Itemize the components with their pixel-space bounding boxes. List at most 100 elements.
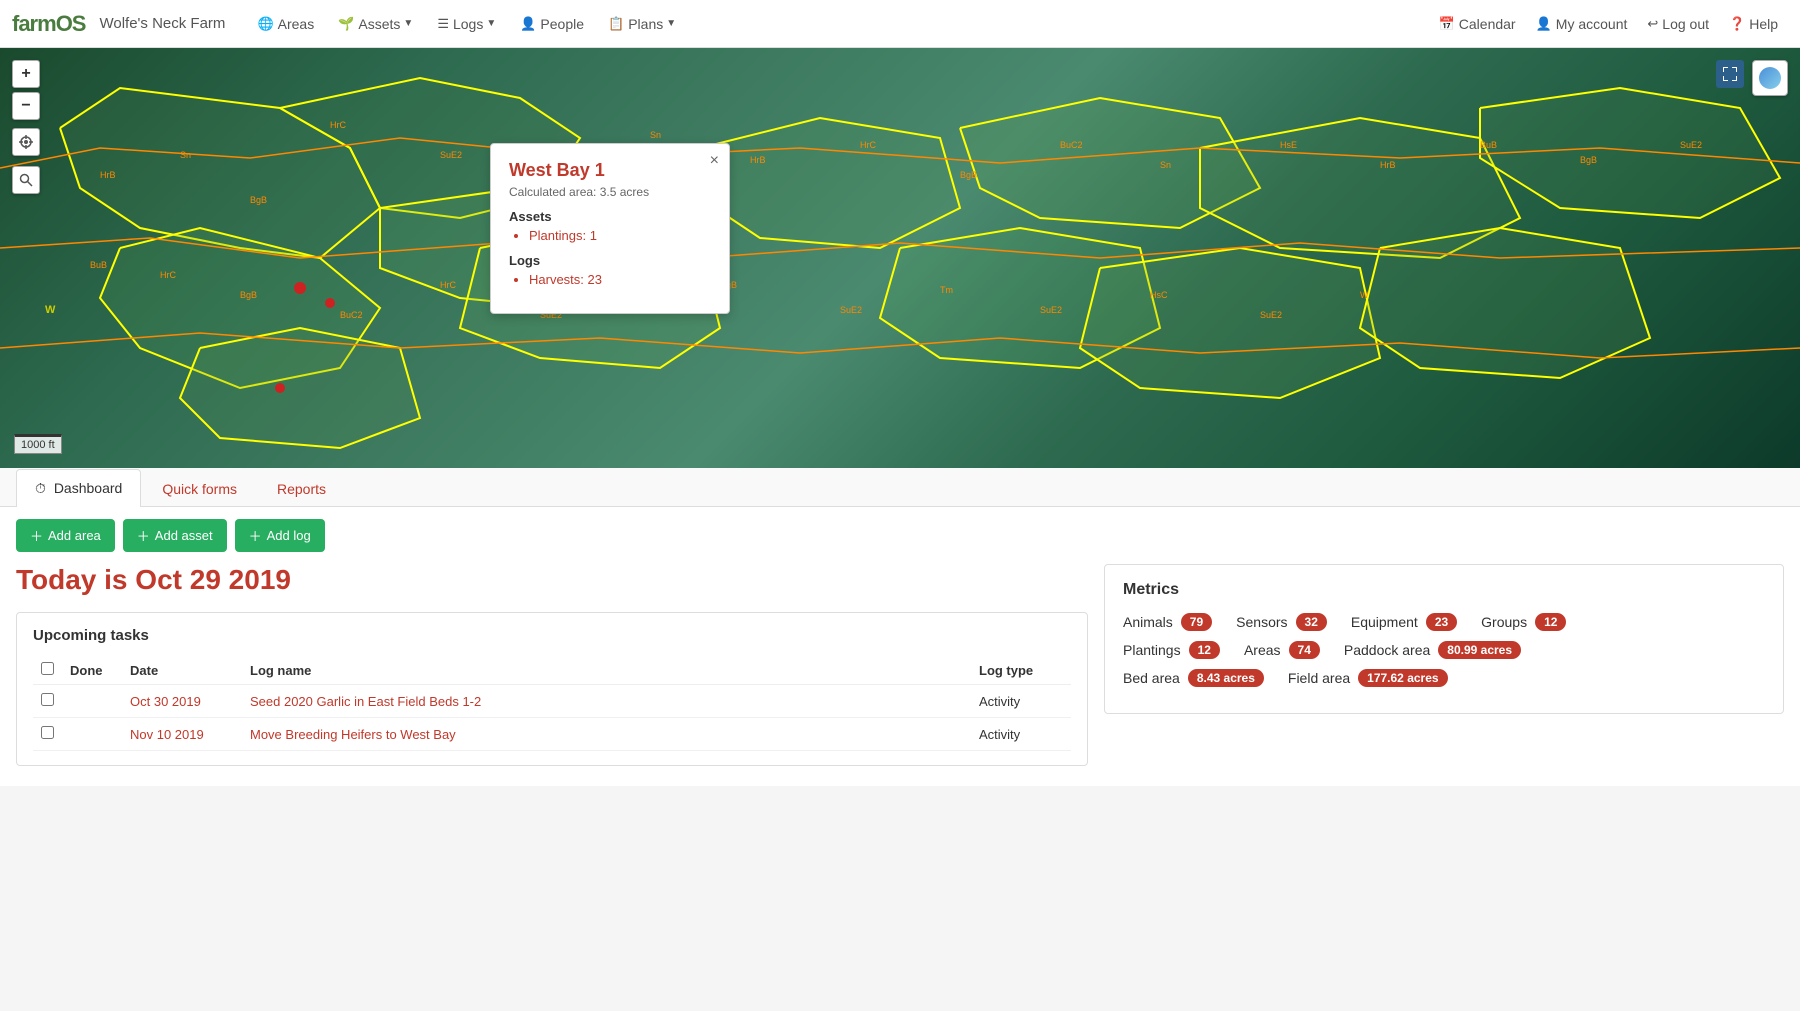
col-checkbox xyxy=(33,656,62,685)
metric-field-area[interactable]: Field area 177.62 acres xyxy=(1288,669,1448,687)
metric-sensors[interactable]: Sensors 32 xyxy=(1236,613,1327,631)
svg-text:Sn: Sn xyxy=(180,150,191,160)
row2-log-name[interactable]: Move Breeding Heifers to West Bay xyxy=(242,718,971,751)
add-area-button[interactable]: ＋ Add area xyxy=(16,519,115,552)
field-area-label: Field area xyxy=(1288,670,1350,686)
content-area: ⏱ Dashboard Quick forms Reports ＋ Add ar… xyxy=(0,468,1800,786)
tab-quick-forms[interactable]: Quick forms xyxy=(143,470,256,507)
tabs-bar: ⏱ Dashboard Quick forms Reports xyxy=(0,468,1800,507)
action-bar: ＋ Add area ＋ Add asset ＋ Add log xyxy=(0,507,1800,564)
fullscreen-button[interactable] xyxy=(1716,60,1744,88)
layer-switcher-button[interactable] xyxy=(1752,60,1788,96)
select-all-checkbox[interactable] xyxy=(41,662,54,675)
svg-text:HrC: HrC xyxy=(440,280,456,290)
svg-text:HrC: HrC xyxy=(330,120,346,130)
field-area-badge: 177.62 acres xyxy=(1358,669,1447,687)
svg-text:SuE2: SuE2 xyxy=(1260,310,1282,320)
add-asset-button[interactable]: ＋ Add asset xyxy=(123,519,227,552)
add-log-button[interactable]: ＋ Add log xyxy=(235,519,325,552)
svg-text:HsE: HsE xyxy=(1280,140,1297,150)
today-date: Oct 29 2019 xyxy=(135,564,291,595)
nav-logout[interactable]: ↩ Log out xyxy=(1637,0,1719,48)
metric-equipment[interactable]: Equipment 23 xyxy=(1351,613,1457,631)
row1-log-type: Activity xyxy=(971,685,1071,718)
nav-right: 📅 Calendar 👤 My account ↩ Log out ❓ Help xyxy=(1429,0,1788,48)
popup-logs-label: Logs xyxy=(509,253,711,268)
svg-text:BuB: BuB xyxy=(90,260,107,270)
metrics-row-2: Plantings 12 Areas 74 Paddock area 80.99… xyxy=(1123,641,1765,659)
tasks-title: Upcoming tasks xyxy=(33,627,1071,644)
popup-close-button[interactable]: × xyxy=(710,152,719,170)
zoom-out-button[interactable]: − xyxy=(12,92,40,120)
map-controls: + − xyxy=(12,60,40,194)
row2-checkbox[interactable] xyxy=(41,726,54,739)
tab-dashboard[interactable]: ⏱ Dashboard xyxy=(16,469,141,507)
popup-assets-label: Assets xyxy=(509,209,711,224)
bed-area-badge: 8.43 acres xyxy=(1188,669,1264,687)
groups-label: Groups xyxy=(1481,614,1527,630)
plans-dropdown-arrow: ▼ xyxy=(666,18,676,29)
zoom-in-button[interactable]: + xyxy=(12,60,40,88)
popup-title: West Bay 1 xyxy=(509,160,711,181)
svg-text:BgB: BgB xyxy=(240,290,257,300)
popup-asset-item[interactable]: Plantings: 1 xyxy=(529,228,711,243)
row1-log-name[interactable]: Seed 2020 Garlic in East Field Beds 1-2 xyxy=(242,685,971,718)
plantings-label: Plantings xyxy=(1123,642,1181,658)
popup-assets-list: Plantings: 1 xyxy=(509,228,711,243)
svg-text:HrB: HrB xyxy=(750,155,766,165)
nav-people[interactable]: 👤 People xyxy=(510,0,594,48)
main-columns: Today is Oct 29 2019 Upcoming tasks Done xyxy=(0,564,1800,786)
svg-text:BgB: BgB xyxy=(1580,155,1597,165)
svg-text:HrB: HrB xyxy=(1380,160,1396,170)
tasks-table: Done Date Log name Log type xyxy=(33,656,1071,751)
nav-my-account[interactable]: 👤 My account xyxy=(1526,0,1638,48)
col-logname-header: Log name xyxy=(242,656,971,685)
nav-plans[interactable]: 📋 Plans ▼ xyxy=(598,0,686,48)
metric-animals[interactable]: Animals 79 xyxy=(1123,613,1212,631)
nav-calendar[interactable]: 📅 Calendar xyxy=(1429,0,1526,48)
col-logtype-header: Log type xyxy=(971,656,1071,685)
assets-dropdown-arrow: ▼ xyxy=(403,18,413,29)
row2-log-type: Activity xyxy=(971,718,1071,751)
map-container[interactable]: HrB Sn BgB HrC SuE2 BuC2 Sn HrB HrC BgB … xyxy=(0,48,1800,468)
nav-areas[interactable]: 🌐 Areas xyxy=(247,0,324,48)
row1-checkbox[interactable] xyxy=(41,693,54,706)
svg-text:BgB: BgB xyxy=(960,170,977,180)
popup-subtitle: Calculated area: 3.5 acres xyxy=(509,185,711,199)
help-icon: ❓ xyxy=(1729,16,1745,32)
sensors-label: Sensors xyxy=(1236,614,1287,630)
brand-logo[interactable]: farmOS xyxy=(12,11,85,37)
metrics-row-3: Bed area 8.43 acres Field area 177.62 ac… xyxy=(1123,669,1765,687)
metric-groups[interactable]: Groups 12 xyxy=(1481,613,1566,631)
left-column: Today is Oct 29 2019 Upcoming tasks Done xyxy=(16,564,1088,766)
paddock-area-label: Paddock area xyxy=(1344,642,1430,658)
row1-done xyxy=(62,685,122,718)
svg-text:HrC: HrC xyxy=(860,140,876,150)
col-date-header: Date xyxy=(122,656,242,685)
table-row: Nov 10 2019 Move Breeding Heifers to Wes… xyxy=(33,718,1071,751)
bed-area-label: Bed area xyxy=(1123,670,1180,686)
metric-areas[interactable]: Areas 74 xyxy=(1244,641,1320,659)
metrics-row-1: Animals 79 Sensors 32 Equipment 23 Group… xyxy=(1123,613,1765,631)
metric-paddock-area[interactable]: Paddock area 80.99 acres xyxy=(1344,641,1521,659)
assets-icon: 🌱 xyxy=(338,16,354,32)
location-button[interactable] xyxy=(12,128,40,156)
map-search-button[interactable] xyxy=(12,166,40,194)
dashboard-icon: ⏱ xyxy=(35,480,46,496)
metrics-title: Metrics xyxy=(1123,581,1765,599)
metric-plantings[interactable]: Plantings 12 xyxy=(1123,641,1220,659)
tab-reports[interactable]: Reports xyxy=(258,470,345,507)
metric-bed-area[interactable]: Bed area 8.43 acres xyxy=(1123,669,1264,687)
plus-icon-log: ＋ xyxy=(249,526,262,545)
svg-text:SuE2: SuE2 xyxy=(1040,305,1062,315)
right-column: Metrics Animals 79 Sensors 32 Equipment … xyxy=(1104,564,1784,766)
popup-log-item[interactable]: Harvests: 23 xyxy=(529,272,711,287)
plus-icon-asset: ＋ xyxy=(137,526,150,545)
svg-text:Tm: Tm xyxy=(940,285,953,295)
plantings-badge: 12 xyxy=(1189,641,1220,659)
tasks-box: Upcoming tasks Done Date xyxy=(16,612,1088,766)
nav-assets[interactable]: 🌱 Assets ▼ xyxy=(328,0,423,48)
nav-help[interactable]: ❓ Help xyxy=(1719,0,1788,48)
navbar: farmOS Wolfe's Neck Farm 🌐 Areas 🌱 Asset… xyxy=(0,0,1800,48)
nav-logs[interactable]: ☰ Logs ▼ xyxy=(427,0,506,48)
